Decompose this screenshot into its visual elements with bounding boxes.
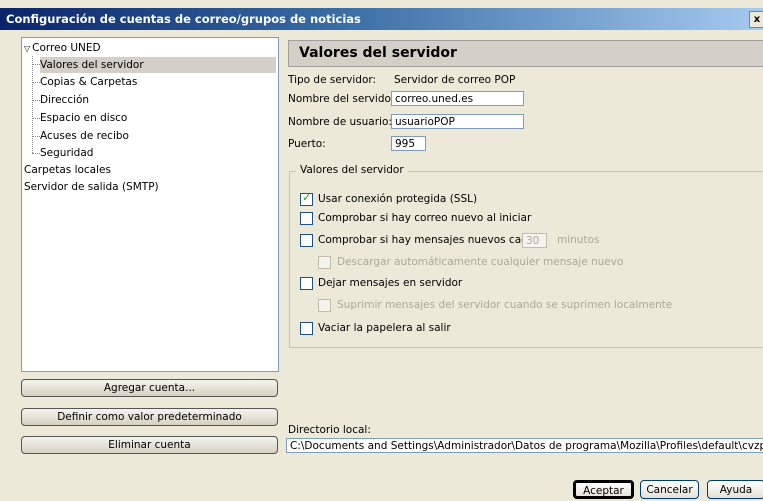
panel-title: Valores del servidor [299,45,457,61]
tree-item-acuses-de-recibo[interactable]: Acuses de recibo [40,128,129,144]
tree-item-espacio-en-disco[interactable]: Espacio en disco [40,110,127,126]
server-name-label: Nombre del servidor: [288,93,399,105]
tree-guide-branch [32,118,40,119]
check-at-startup-label[interactable]: Comprobar si hay correo nuevo al iniciar [318,212,531,224]
delete-from-server-label: Suprimir mensajes del servidor cuando se… [337,299,673,311]
tree-guide-branch [32,136,40,137]
server-settings-group-label: Valores del servidor [296,164,408,176]
server-type-label: Tipo de servidor: [288,74,377,86]
window-title: Configuración de cuentas de correo/grupo… [6,12,361,26]
local-directory-input[interactable]: C:\Documents and Settings\Administrador\… [286,438,763,453]
expand-triangle-icon[interactable]: ▽ [24,44,30,53]
server-name-input[interactable]: correo.uned.es [391,91,524,106]
server-type-value: Servidor de correo POP [394,74,516,86]
check-at-startup-checkbox[interactable] [300,212,313,225]
add-account-button[interactable]: Agregar cuenta... [21,379,278,397]
tree-item-account[interactable]: ▽ Correo UNED [24,40,101,56]
check-every-label[interactable]: Comprobar si hay mensajes nuevos cada [318,234,534,246]
auto-download-label: Descargar automáticamente cualquier mens… [337,256,624,268]
ok-button[interactable]: Aceptar [573,480,634,499]
leave-on-server-checkbox[interactable] [300,277,313,290]
ssl-checkbox[interactable]: ✓ [300,191,313,206]
check-every-checkbox[interactable] [300,234,313,247]
tree-item-copias-carpetas[interactable]: Copias & Carpetas [40,74,137,90]
tree-guide-line [32,56,33,153]
tree-guide-branch [32,82,40,83]
tree-guide-branch [32,153,40,154]
empty-trash-label[interactable]: Vaciar la papelera al salir [318,322,451,334]
tree-item-direccion[interactable]: Dirección [40,92,89,108]
account-tree[interactable]: ▽ Correo UNED Valores del servidor Copias… [21,37,279,372]
delete-from-server-checkbox[interactable] [318,299,331,312]
tree-guide-branch [32,64,40,65]
set-default-button[interactable]: Definir como valor predeterminado [21,408,278,426]
local-directory-label: Directorio local: [288,424,371,436]
tree-item-valores-del-servidor[interactable]: Valores del servidor [40,57,276,73]
tree-item-seguridad[interactable]: Seguridad [40,145,93,161]
empty-trash-checkbox[interactable] [300,322,313,335]
minutes-label: minutos [557,234,600,246]
check-interval-input[interactable]: 30 [522,233,547,248]
remove-account-button[interactable]: Eliminar cuenta [21,436,278,454]
tree-item-smtp[interactable]: Servidor de salida (SMTP) [24,179,159,195]
help-button[interactable]: Ayuda [707,480,763,499]
panel-header: Valores del servidor [288,40,763,67]
tree-guide-branch [32,100,40,101]
leave-on-server-label[interactable]: Dejar mensajes en servidor [318,277,462,289]
port-input[interactable]: 995 [391,136,426,151]
user-name-input[interactable]: usuarioPOP [391,114,524,129]
close-icon[interactable]: x [749,11,763,28]
user-name-label: Nombre de usuario: [288,116,392,128]
port-label: Puerto: [288,138,326,150]
checkmark-icon: ✓ [302,191,312,204]
title-bar[interactable]: Configuración de cuentas de correo/grupo… [0,8,763,30]
account-settings-window: Configuración de cuentas de correo/grupo… [0,0,763,501]
cancel-button[interactable]: Cancelar [640,480,699,499]
tree-item-carpetas-locales[interactable]: Carpetas locales [24,162,111,178]
auto-download-checkbox[interactable] [318,256,331,269]
ssl-label[interactable]: Usar conexión protegida (SSL) [318,193,477,205]
